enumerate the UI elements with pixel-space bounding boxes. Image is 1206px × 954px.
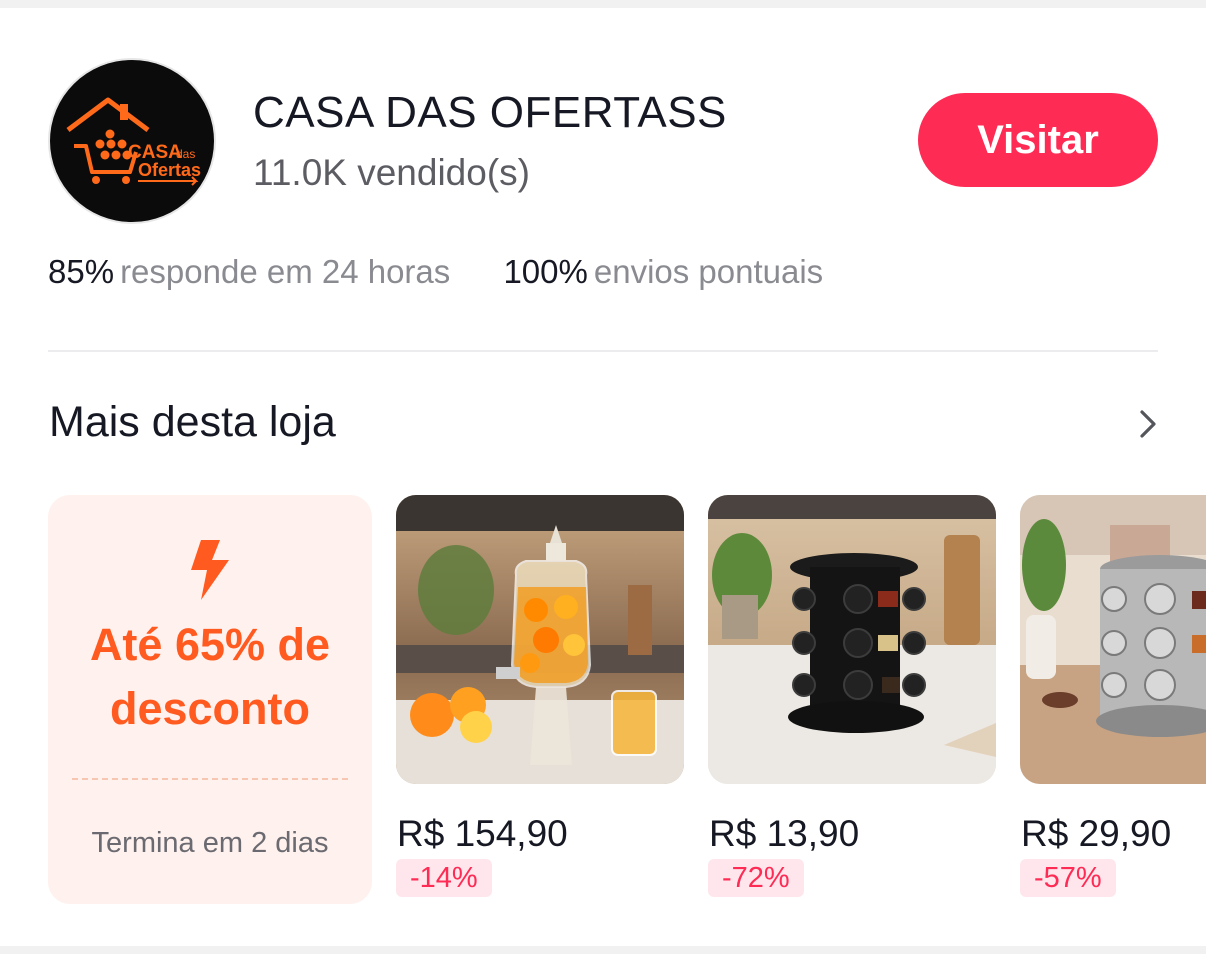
discount-badge: -14% xyxy=(396,859,492,897)
bottom-divider-strip xyxy=(0,946,1206,954)
product-image[interactable] xyxy=(396,495,684,784)
product-image[interactable] xyxy=(708,495,996,784)
shop-logo-icon: CASA das Ofertas xyxy=(66,97,201,186)
discount-badge: -72% xyxy=(708,859,804,897)
lightning-bolt-icon xyxy=(191,540,229,600)
shop-name[interactable]: CASA DAS OFERTASS xyxy=(253,88,727,138)
promo-card[interactable]: Até 65% de desconto Termina em 2 dias xyxy=(48,495,372,904)
stat-response-rate: 85% responde em 24 horas xyxy=(48,253,450,291)
shop-avatar[interactable]: CASA das Ofertas xyxy=(48,58,216,224)
product-price: R$ 13,90 xyxy=(709,813,860,854)
product-card-spice-rack-black[interactable]: R$ 13,90 -72% xyxy=(708,495,996,897)
shop-stats: 85% responde em 24 horas 100% envios pontu… xyxy=(48,253,867,291)
sold-count: 11.0K vendido(s) xyxy=(253,152,530,193)
stat-value: 100% xyxy=(503,253,588,290)
promo-text-line1: Até 65% de xyxy=(89,619,331,670)
visit-button[interactable]: Visitar xyxy=(918,93,1158,187)
discount-badge: -57% xyxy=(1020,859,1116,897)
product-card-spice-rack-steel[interactable]: R$ 29,90 -57% xyxy=(1020,495,1206,897)
stat-label: envios pontuais xyxy=(593,253,824,290)
logo-text-das: das xyxy=(176,147,195,161)
promo-countdown: Termina em 2 dias xyxy=(91,827,329,859)
stat-label: responde em 24 horas xyxy=(120,253,451,290)
product-price: R$ 29,90 xyxy=(1021,813,1172,854)
chevron-right-icon[interactable] xyxy=(1134,408,1162,440)
stat-on-time-shipping: 100% envios pontuais xyxy=(503,253,823,291)
promo-text-line2: desconto xyxy=(109,683,311,734)
product-image[interactable] xyxy=(1020,495,1206,784)
product-card-drink-dispenser[interactable]: R$ 154,90 -14% xyxy=(396,495,684,897)
product-price: R$ 154,90 xyxy=(397,813,568,854)
top-divider-strip xyxy=(0,0,1206,8)
promo-dashed-divider xyxy=(72,778,348,780)
section-divider xyxy=(48,350,1158,352)
logo-text-ofertas: Ofertas xyxy=(138,160,201,180)
promo-text: Até 65% de desconto xyxy=(48,613,372,741)
stat-value: 85% xyxy=(48,253,115,290)
section-title[interactable]: Mais desta loja xyxy=(49,398,336,447)
